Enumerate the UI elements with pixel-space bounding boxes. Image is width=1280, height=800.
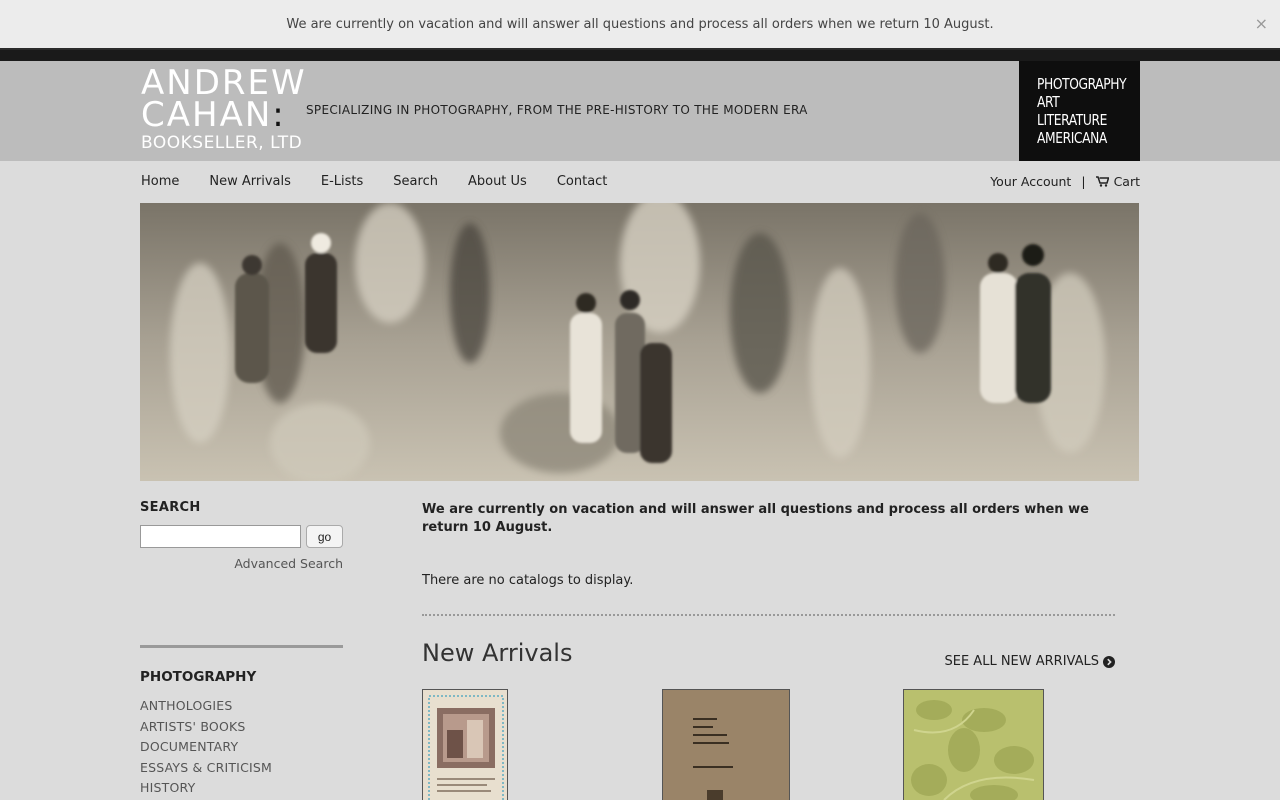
subject-literature: LITERATURE — [1037, 111, 1108, 129]
cart-icon — [1095, 176, 1109, 187]
search-input[interactable] — [140, 525, 301, 548]
nav-e-lists[interactable]: E-Lists — [321, 174, 363, 189]
subject-americana: AMERICANA — [1037, 129, 1107, 147]
site-header: ANDREW CAHAN: BOOKSELLER, LTD SPECIALIZI… — [0, 61, 1280, 161]
no-catalogs-message: There are no catalogs to display. — [422, 573, 634, 588]
new-arrival-book-1[interactable] — [422, 689, 508, 800]
site-logo[interactable]: ANDREW CAHAN: BOOKSELLER, LTD — [141, 66, 307, 153]
cart-link[interactable]: Cart — [1095, 174, 1140, 189]
close-icon[interactable]: × — [1255, 14, 1268, 34]
new-arrival-book-3[interactable] — [903, 689, 1044, 800]
subjects-box: PHOTOGRAPHY ART LITERATURE AMERICANA — [1019, 61, 1140, 161]
category-essays-criticism[interactable]: ESSAYS & CRITICISM — [140, 758, 272, 779]
new-arrival-book-2[interactable] — [662, 689, 790, 800]
search-heading: SEARCH — [140, 500, 201, 515]
category-heading[interactable]: PHOTOGRAPHY — [140, 669, 256, 685]
main-content: We are currently on vacation and will an… — [422, 500, 1115, 800]
see-all-label: SEE ALL NEW ARRIVALS — [944, 654, 1100, 669]
search-form: go — [140, 525, 343, 548]
nav-new-arrivals[interactable]: New Arrivals — [209, 174, 291, 189]
vacation-notice: We are currently on vacation and will an… — [422, 502, 1089, 535]
category-anthologies[interactable]: ANTHOLOGIES — [140, 696, 272, 717]
header-divider — [0, 48, 1280, 61]
logo-line-3: BOOKSELLER, LTD — [141, 133, 303, 153]
go-button[interactable]: go — [306, 525, 343, 548]
account-separator: | — [1081, 174, 1086, 189]
category-artists-books[interactable]: ARTISTS' BOOKS — [140, 717, 272, 738]
hero-photo-illustration — [140, 203, 1139, 481]
book-cover-2 — [663, 690, 789, 800]
vacation-notice-text: We are currently on vacation and will an… — [286, 16, 994, 32]
book-cover-3 — [904, 690, 1043, 800]
section-divider — [422, 614, 1115, 616]
new-arrivals-title: New Arrivals — [422, 639, 573, 667]
nav-search[interactable]: Search — [393, 174, 438, 189]
category-history[interactable]: HISTORY — [140, 778, 272, 799]
book-cover-1 — [423, 690, 507, 800]
advanced-search-link[interactable]: Advanced Search — [140, 556, 343, 571]
nav-home[interactable]: Home — [141, 174, 179, 189]
site-tagline: SPECIALIZING IN PHOTOGRAPHY, FROM THE PR… — [306, 103, 808, 117]
nav-contact[interactable]: Contact — [557, 174, 608, 189]
subject-photography: PHOTOGRAPHY — [1037, 75, 1127, 93]
vacation-notice-bar: We are currently on vacation and will an… — [0, 0, 1280, 48]
nav-about-us[interactable]: About Us — [468, 174, 527, 189]
sidebar-divider — [140, 645, 343, 648]
account-nav: Your Account | Cart — [990, 174, 1140, 189]
hero-image — [140, 203, 1139, 481]
your-account-link[interactable]: Your Account — [990, 174, 1071, 189]
sidebar: SEARCH go Advanced Search PHOTOGRAPHY AN… — [140, 500, 343, 795]
chevron-circle-right-icon — [1103, 655, 1115, 668]
category-list: ANTHOLOGIES ARTISTS' BOOKS DOCUMENTARY E… — [140, 696, 272, 799]
logo-line-2: CAHAN: — [141, 95, 286, 135]
cart-label: Cart — [1113, 174, 1140, 189]
category-documentary[interactable]: DOCUMENTARY — [140, 737, 272, 758]
subject-art: ART — [1037, 93, 1060, 111]
see-all-new-arrivals-link[interactable]: SEE ALL NEW ARRIVALS — [944, 654, 1115, 669]
main-nav: Home New Arrivals E-Lists Search About U… — [141, 174, 637, 189]
